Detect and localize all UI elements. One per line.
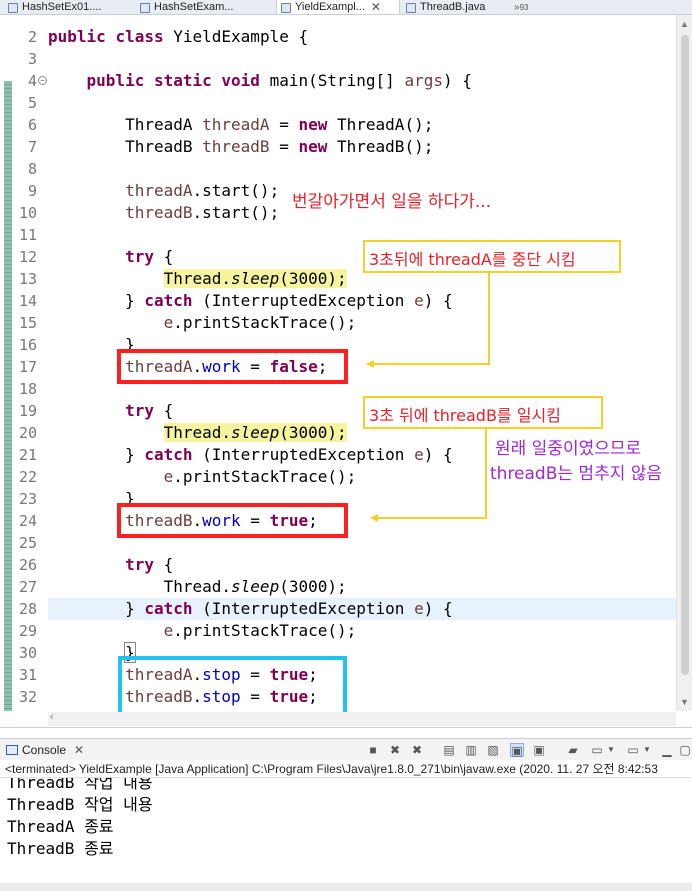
- scroll-left-icon[interactable]: ‹: [50, 711, 54, 723]
- console-bottom-scrollbar[interactable]: [0, 883, 692, 891]
- show-on-output-icon[interactable]: ▣: [510, 743, 524, 758]
- scroll-thumb[interactable]: [681, 35, 689, 675]
- remove-all-icon[interactable]: ✖: [410, 743, 424, 757]
- console-icon: [6, 745, 18, 755]
- java-file-icon: [406, 2, 416, 13]
- console-output-line: ThreadA 종료: [7, 817, 114, 836]
- chevron-down-icon[interactable]: ▼: [640, 743, 654, 757]
- close-icon[interactable]: ✕: [371, 1, 381, 14]
- tab-hashsetex01[interactable]: HashSetEx01....: [8, 0, 136, 14]
- chevron-down-icon[interactable]: ▼: [604, 743, 618, 757]
- tab-threadb[interactable]: ThreadB.java: [406, 0, 506, 14]
- editor-tab-bar: HashSetEx01.... HashSetExam... YieldExam…: [0, 0, 692, 15]
- console-header: Console ✕ ■ ✖ ✖ ▤ ▥ ▧ ▣ ▣ ▰ ▭ ▼ ▭ ▼ ▁ ▢: [0, 738, 692, 760]
- terminated-status-line: <terminated> YieldExample [Java Applicat…: [0, 760, 692, 778]
- remove-launch-icon[interactable]: ✖: [388, 743, 402, 757]
- java-file-icon: [140, 2, 150, 13]
- arrow-head: [370, 514, 378, 522]
- java-file-icon: [281, 2, 291, 13]
- word-wrap-icon[interactable]: ▧: [486, 743, 500, 757]
- tab-label: YieldExampl...: [295, 1, 365, 13]
- tab-label: HashSetExam...: [154, 1, 234, 13]
- tab-label: HashSetEx01....: [22, 1, 102, 13]
- console-output-line: ThreadB 작업 내용: [7, 778, 153, 792]
- tab-hashsetexam[interactable]: HashSetExam...: [140, 0, 268, 14]
- connector-arrow: [376, 429, 487, 519]
- console-output-line: ThreadB 종료: [7, 839, 114, 858]
- horizontal-scrollbar[interactable]: ‹: [48, 711, 676, 726]
- console-tab-label: Console: [22, 743, 67, 757]
- scroll-lock-icon[interactable]: ▥: [464, 743, 478, 757]
- terminate-icon[interactable]: ■: [366, 743, 380, 757]
- scroll-up-icon[interactable]: ▲: [680, 19, 689, 29]
- tab-label: ThreadB.java: [420, 1, 486, 13]
- tab-overflow[interactable]: » 93: [514, 0, 554, 14]
- console-output-line: ThreadB 작업 내용: [7, 795, 153, 814]
- minimize-icon[interactable]: ▁: [660, 743, 674, 757]
- code-editor[interactable]: 2 3 4 5 6 7 8 9 10 11 12 13 14 15 16 17 …: [0, 15, 692, 728]
- annotation-arrows: [366, 273, 490, 522]
- pin-console-icon[interactable]: ▰: [566, 743, 580, 757]
- maximize-icon[interactable]: ▢: [678, 743, 692, 757]
- console-output[interactable]: ThreadB 작업 내용 ThreadB 작업 내용 ThreadA 종료 T…: [0, 778, 692, 891]
- close-icon[interactable]: ✕: [74, 743, 84, 757]
- clear-console-icon[interactable]: ▤: [442, 743, 456, 757]
- vertical-scrollbar[interactable]: ▲ ▼: [676, 15, 692, 711]
- tab-console[interactable]: Console ✕: [6, 741, 84, 759]
- connector-arrow: [372, 273, 490, 365]
- scroll-down-icon[interactable]: ▼: [680, 697, 689, 707]
- arrow-head: [366, 360, 374, 368]
- tab-yieldexample[interactable]: YieldExampl... ✕: [276, 0, 400, 14]
- show-on-error-icon[interactable]: ▣: [532, 743, 546, 757]
- open-console-icon[interactable]: ▭: [626, 743, 640, 757]
- display-console-icon[interactable]: ▭: [590, 743, 604, 757]
- java-file-icon: [8, 2, 18, 13]
- overflow-count: 93: [519, 3, 529, 12]
